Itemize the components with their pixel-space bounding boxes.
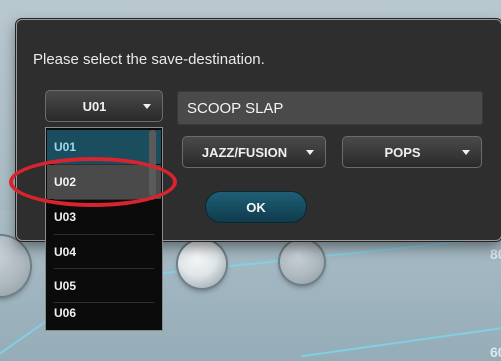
highlight-circle bbox=[9, 157, 177, 207]
category1-value: JAZZ/FUSION bbox=[201, 144, 288, 160]
destination-dropdown[interactable]: U01 bbox=[45, 90, 163, 122]
background-number: 80 bbox=[490, 246, 501, 262]
destination-value: U01 bbox=[82, 98, 107, 114]
background-knob bbox=[178, 240, 226, 288]
chevron-down-icon bbox=[462, 149, 470, 155]
list-item[interactable]: U06 bbox=[47, 296, 161, 330]
ok-button[interactable]: OK bbox=[205, 191, 307, 223]
chevron-down-icon bbox=[143, 103, 151, 109]
background-knob bbox=[280, 240, 324, 284]
patch-name-value: SCOOP SLAP bbox=[187, 99, 284, 117]
category2-dropdown[interactable]: POPS bbox=[342, 136, 482, 168]
patch-name-field[interactable]: SCOOP SLAP bbox=[177, 91, 483, 125]
dialog-prompt: Please select the save-destination. bbox=[33, 51, 265, 68]
category1-dropdown[interactable]: JAZZ/FUSION bbox=[182, 136, 326, 168]
list-item[interactable]: U04 bbox=[47, 235, 161, 269]
chevron-down-icon bbox=[306, 149, 314, 155]
background-number: 60 bbox=[490, 344, 501, 360]
category2-value: POPS bbox=[384, 144, 421, 160]
